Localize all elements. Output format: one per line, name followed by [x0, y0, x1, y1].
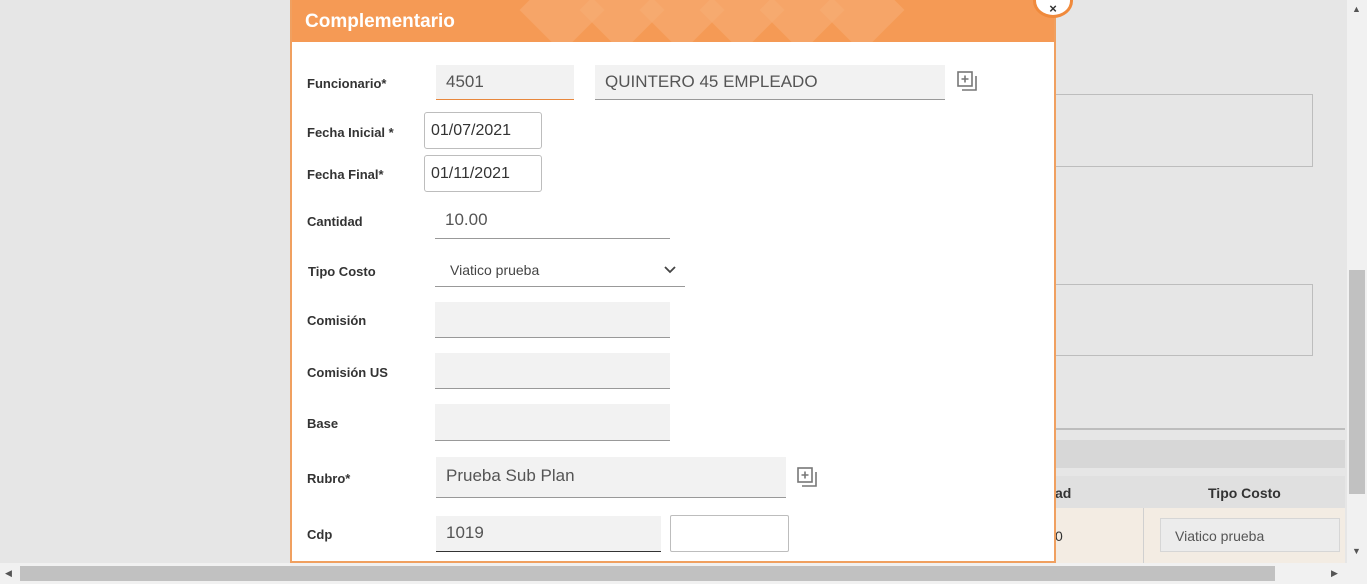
modal-header: Complementario [292, 0, 1054, 42]
cdp-extra-input[interactable] [670, 515, 789, 552]
background-table-header: ad Tipo Costo [1055, 476, 1345, 508]
background-strip [1055, 440, 1345, 468]
comision-us-label: Comisión US [307, 365, 388, 380]
rubro-lookup-icon[interactable] [797, 467, 819, 489]
base-label: Base [307, 416, 339, 431]
tipo-costo-select[interactable]: Viatico prueba [435, 254, 685, 287]
funcionario-code-field[interactable]: 4501 [436, 65, 574, 100]
background-header-partial: ad [1055, 485, 1072, 501]
background-cell-partial: 0 [1055, 528, 1063, 544]
base-input[interactable] [435, 404, 670, 441]
tipo-costo-selected: Viatico prueba [450, 262, 540, 278]
background-tipo-costo-select[interactable]: Viatico prueba [1160, 518, 1340, 552]
modal-title: Complementario [305, 11, 455, 32]
cantidad-input[interactable]: 10.00 [435, 203, 670, 239]
close-button[interactable]: × [1033, 0, 1073, 18]
rubro-field[interactable]: Prueba Sub Plan [436, 457, 786, 498]
background-divider [1055, 428, 1345, 430]
vertical-scrollbar-thumb[interactable] [1349, 270, 1365, 494]
scroll-left-arrow-icon[interactable]: ◀ [5, 568, 12, 579]
background-header-tipo-costo: Tipo Costo [1208, 485, 1281, 501]
scroll-down-arrow-icon[interactable]: ▼ [1352, 546, 1361, 556]
cdp-label: Cdp [307, 527, 333, 542]
close-icon: × [1049, 1, 1057, 16]
funcionario-name-field[interactable]: QUINTERO 45 EMPLEADO [595, 65, 945, 100]
background-panel-1 [1055, 94, 1313, 167]
scrollbar-corner [1347, 563, 1367, 584]
complementario-modal: Complementario Funcionario* 4501 QUINTER… [290, 0, 1056, 563]
comision-us-input[interactable] [435, 353, 670, 389]
fecha-final-label: Fecha Final* [307, 167, 384, 182]
scroll-right-arrow-icon[interactable]: ▶ [1331, 568, 1338, 579]
chevron-down-icon [664, 266, 676, 274]
comision-input[interactable] [435, 302, 670, 338]
horizontal-scrollbar-thumb[interactable] [20, 566, 1275, 581]
scroll-up-arrow-icon[interactable]: ▲ [1352, 4, 1361, 14]
comision-label: Comisión [307, 313, 367, 328]
tipo-costo-label: Tipo Costo [308, 264, 376, 279]
background-panel-2 [1055, 284, 1313, 356]
funcionario-label: Funcionario* [307, 76, 387, 91]
fecha-inicial-input[interactable]: 01/07/2021 [424, 112, 542, 149]
rubro-label: Rubro* [307, 471, 351, 486]
fecha-inicial-label: Fecha Inicial * [307, 125, 394, 140]
background-table-row: 0 Viatico prueba [1055, 508, 1345, 563]
funcionario-lookup-icon[interactable] [957, 71, 979, 93]
fecha-final-input[interactable]: 01/11/2021 [424, 155, 542, 192]
cantidad-label: Cantidad [307, 214, 363, 229]
cdp-field[interactable]: 1019 [436, 516, 661, 552]
